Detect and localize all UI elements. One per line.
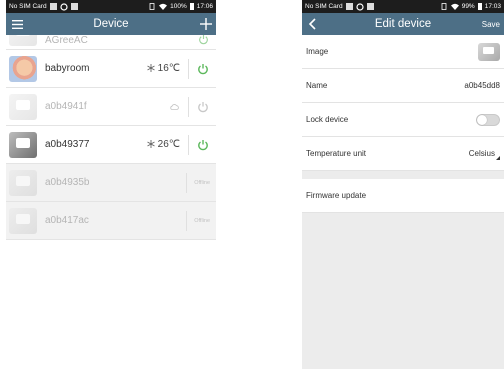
- back-chevron-icon: [308, 18, 316, 30]
- device-name: babyroom: [45, 63, 90, 74]
- power-button[interactable]: [196, 100, 210, 114]
- cloud-icon: [170, 103, 179, 110]
- divider: [186, 210, 188, 231]
- device-name: a0b4941f: [45, 101, 87, 112]
- app-icon: [355, 2, 364, 11]
- device-list-screen: No SIM Card 100% 17:06 Device AGreeAC ba…: [6, 0, 216, 369]
- temperature-value: 16℃: [157, 63, 180, 74]
- device-thumbnail: [9, 207, 37, 234]
- notification-icon: [49, 3, 57, 10]
- notification-icon: [345, 3, 353, 10]
- divider: [186, 172, 188, 193]
- temperature-readout: 16℃: [147, 63, 180, 74]
- add-device-button[interactable]: [200, 13, 212, 35]
- power-icon: [198, 139, 208, 150]
- device-thumbnail: [9, 35, 37, 46]
- device-thumbnail: [9, 55, 37, 82]
- device-row[interactable]: a0b4935b Offline: [6, 164, 216, 202]
- back-button[interactable]: [308, 13, 316, 35]
- power-button[interactable]: [196, 35, 210, 46]
- device-header: Device: [6, 13, 216, 35]
- image-row[interactable]: Image: [302, 35, 504, 69]
- image-label: Image: [306, 47, 329, 56]
- page-title: Device: [93, 18, 129, 30]
- status-bar: No SIM Card 100% 17:06: [6, 0, 216, 13]
- save-button[interactable]: Save: [482, 13, 500, 35]
- toggle-knob: [477, 114, 487, 125]
- firmware-update-row[interactable]: Firmware update: [302, 179, 504, 213]
- device-thumbnail: [9, 93, 37, 120]
- name-row[interactable]: Name a0b45dd8: [302, 69, 504, 103]
- wifi-icon: [159, 3, 168, 10]
- divider: [188, 134, 189, 155]
- device-row[interactable]: a0b49377 26℃: [6, 126, 216, 164]
- device-name: a0b4935b: [45, 177, 90, 188]
- app-icon: [59, 2, 68, 11]
- device-thumbnail: [9, 169, 37, 196]
- battery-icon: [477, 3, 482, 10]
- menu-button[interactable]: [12, 13, 23, 35]
- page-title: Edit device: [374, 18, 432, 30]
- temperature-value: 26℃: [157, 139, 180, 150]
- lock-device-row: Lock device: [302, 103, 504, 137]
- wifi-icon: [450, 3, 459, 10]
- offline-label: Offline: [194, 217, 210, 224]
- carrier-label: No SIM Card: [9, 3, 47, 10]
- battery-percent: 99%: [461, 3, 475, 10]
- edit-header: Edit device Save: [302, 13, 504, 35]
- plus-icon: [200, 18, 212, 30]
- lock-device-label: Lock device: [306, 115, 349, 124]
- vibrate-icon: [149, 3, 155, 10]
- image-icon: [70, 3, 78, 10]
- clock: 17:03: [484, 3, 501, 10]
- power-button[interactable]: [196, 138, 210, 152]
- temperature-unit-label: Temperature unit: [306, 149, 367, 158]
- device-thumbnail: [9, 131, 37, 158]
- name-value: a0b45dd8: [464, 81, 500, 90]
- firmware-update-label: Firmware update: [306, 191, 367, 200]
- device-row[interactable]: a0b417ac Offline: [6, 202, 216, 240]
- name-label: Name: [306, 81, 328, 90]
- device-name: AGreeAC: [45, 35, 88, 46]
- image-icon: [366, 3, 374, 10]
- divider: [188, 96, 189, 117]
- device-name: a0b417ac: [45, 215, 89, 226]
- device-row[interactable]: AGreeAC: [6, 35, 216, 50]
- battery-percent: 100%: [170, 3, 187, 10]
- clock: 17:06: [196, 3, 213, 10]
- power-button[interactable]: [196, 62, 210, 76]
- section-gap: [302, 171, 504, 179]
- status-bar: No SIM Card 99% 17:03: [302, 0, 504, 13]
- temperature-unit-row[interactable]: Temperature unit Celsius: [302, 137, 504, 171]
- power-icon: [198, 35, 208, 44]
- power-icon: [198, 101, 208, 112]
- power-icon: [198, 63, 208, 74]
- vibrate-icon: [441, 3, 447, 10]
- dropdown-corner-icon: [496, 156, 500, 160]
- temperature-readout: 26℃: [147, 139, 180, 150]
- lock-device-toggle[interactable]: [476, 113, 500, 126]
- carrier-label: No SIM Card: [305, 3, 343, 10]
- edit-device-screen: No SIM Card 99% 17:03 Edit device Save I…: [302, 0, 504, 369]
- device-image-thumbnail[interactable]: [478, 42, 500, 61]
- temperature-unit-value: Celsius: [468, 149, 495, 158]
- device-name: a0b49377: [45, 139, 90, 150]
- snowflake-icon: [147, 140, 155, 148]
- hamburger-icon: [12, 19, 23, 29]
- offline-label: Offline: [194, 179, 210, 186]
- snowflake-icon: [147, 64, 155, 72]
- device-row[interactable]: babyroom 16℃: [6, 50, 216, 88]
- divider: [188, 58, 189, 79]
- device-row[interactable]: a0b4941f: [6, 88, 216, 126]
- battery-icon: [189, 3, 194, 10]
